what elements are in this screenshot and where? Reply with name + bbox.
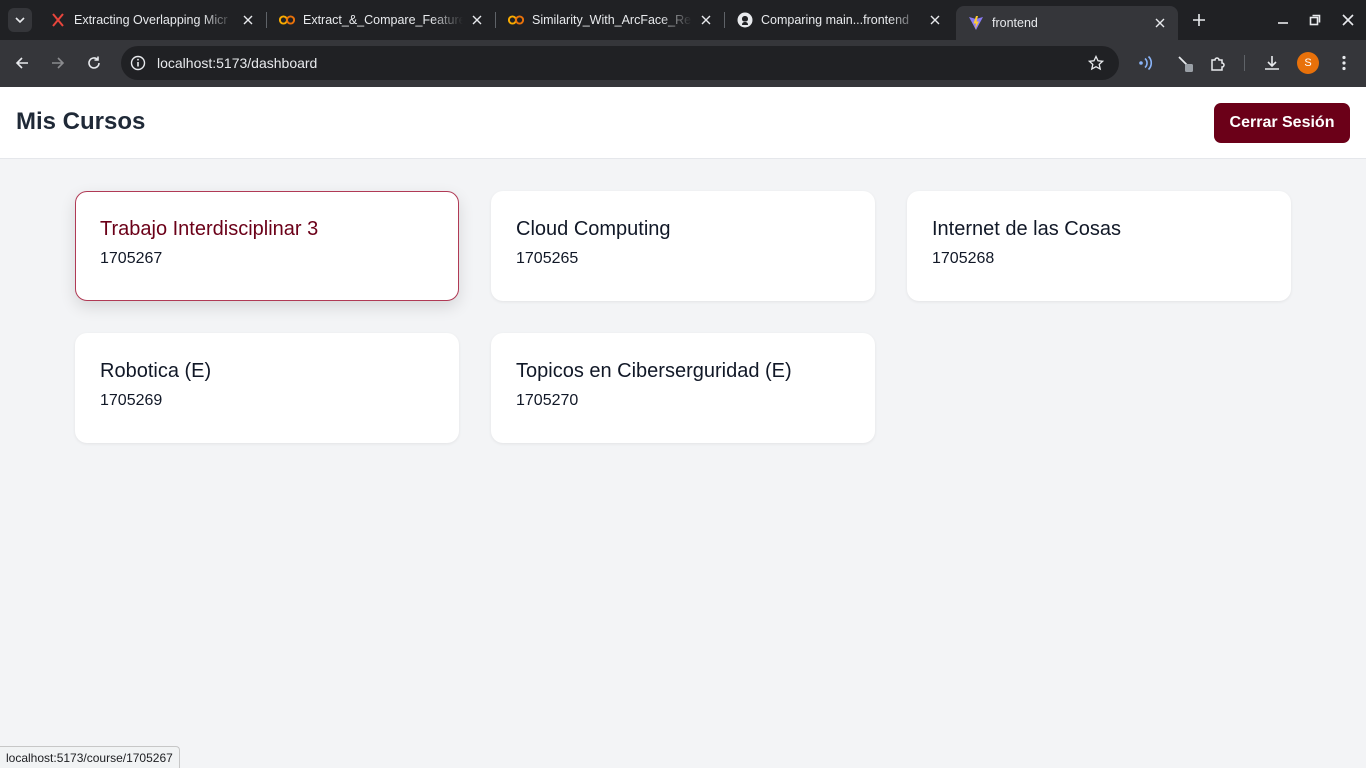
course-code: 1705265 — [516, 250, 579, 267]
back-button[interactable] — [9, 50, 35, 76]
course-card[interactable]: Robotica (E) 1705269 — [75, 333, 459, 443]
reload-button[interactable] — [81, 50, 107, 76]
close-tab-icon[interactable] — [469, 12, 485, 28]
plus-icon — [1193, 14, 1205, 26]
tab-1-title: Extracting Overlapping Micr — [74, 13, 228, 27]
course-card[interactable]: Internet de las Cosas 1705268 — [907, 191, 1291, 301]
kebab-menu-icon — [1342, 55, 1346, 71]
address-bar[interactable]: localhost:5173/dashboard — [121, 46, 1119, 80]
colab-icon — [508, 12, 524, 28]
forward-button[interactable] — [45, 50, 71, 76]
colab-icon — [279, 12, 295, 28]
course-name: Robotica (E) — [100, 360, 212, 382]
close-icon — [1342, 14, 1354, 26]
course-name: Internet de las Cosas — [932, 218, 1121, 240]
bookmark-star-icon[interactable] — [1087, 54, 1105, 72]
course-code: 1705269 — [100, 392, 163, 409]
sound-waves-icon — [1139, 55, 1153, 71]
tab-4-title: Comparing main...frontend — [761, 13, 909, 27]
download-icon — [1265, 56, 1279, 70]
course-code: 1705268 — [932, 250, 995, 267]
logout-button[interactable]: Cerrar Sesión — [1214, 103, 1350, 143]
close-tab-icon[interactable] — [927, 12, 943, 28]
tab-4[interactable]: Comparing main...frontend — [725, 0, 953, 40]
course-grid: Trabajo Interdisciplinar 3 1705267 Cloud… — [75, 191, 1291, 443]
extensions-button[interactable] — [1205, 50, 1231, 76]
minimize-icon — [1278, 22, 1288, 24]
downloads-button[interactable] — [1259, 50, 1285, 76]
tab-5-active[interactable]: frontend — [956, 6, 1178, 40]
restore-icon — [1309, 14, 1321, 26]
extension-tool-button[interactable] — [1172, 50, 1198, 76]
site-info-icon[interactable] — [129, 54, 147, 72]
profile-avatar[interactable]: S — [1297, 52, 1319, 74]
page-title: Mis Cursos — [16, 108, 146, 135]
browser-menu-button[interactable] — [1331, 50, 1357, 76]
extension-audio-button[interactable] — [1133, 50, 1159, 76]
link-status-bubble: localhost:5173/course/1705267 — [0, 746, 180, 768]
github-icon — [737, 12, 753, 28]
extension-badge-icon — [1178, 56, 1193, 72]
course-name: Cloud Computing — [516, 218, 671, 240]
close-tab-icon[interactable] — [240, 12, 256, 28]
course-code: 1705270 — [516, 392, 579, 409]
course-card[interactable]: Topicos en Ciberserguridad (E) 1705270 — [491, 333, 875, 443]
url-text[interactable]: localhost:5173/dashboard — [157, 55, 317, 71]
close-window-button[interactable] — [1336, 8, 1360, 32]
arrow-right-icon — [52, 57, 65, 69]
course-card[interactable]: Cloud Computing 1705265 — [491, 191, 875, 301]
tab-2-title: Extract_&_Compare_Feature — [303, 13, 463, 27]
tab-1[interactable]: Extracting Overlapping Micr — [38, 0, 266, 40]
course-card[interactable]: Trabajo Interdisciplinar 3 1705267 — [75, 191, 459, 301]
tab-3[interactable]: Similarity_With_ArcFace_Res — [496, 0, 724, 40]
new-tab-button[interactable] — [1188, 9, 1210, 31]
arrow-left-icon — [15, 57, 28, 69]
close-tab-icon[interactable] — [698, 12, 714, 28]
course-name: Topicos en Ciberserguridad (E) — [516, 360, 792, 382]
course-name: Trabajo Interdisciplinar 3 — [100, 218, 319, 240]
reload-icon — [88, 56, 100, 69]
tab-search-button[interactable] — [8, 8, 32, 32]
tab-2[interactable]: Extract_&_Compare_Feature — [267, 0, 495, 40]
close-tab-icon[interactable] — [1152, 15, 1168, 31]
tab-5-title: frontend — [992, 16, 1038, 30]
app-header: Mis Cursos Cerrar Sesión — [0, 87, 1366, 159]
minimize-button[interactable] — [1271, 8, 1295, 32]
course-code: 1705267 — [100, 250, 163, 267]
toolbar-divider — [1244, 55, 1245, 71]
maximize-button[interactable] — [1303, 8, 1327, 32]
vite-icon — [968, 15, 984, 31]
tab-3-title: Similarity_With_ArcFace_Res — [532, 13, 692, 27]
browser-tab-bar: Extracting Overlapping Micr Extract_&_Co… — [0, 0, 1366, 40]
chevron-down-icon — [15, 17, 25, 24]
x-logo-icon — [50, 12, 66, 28]
puzzle-icon — [1211, 57, 1225, 71]
